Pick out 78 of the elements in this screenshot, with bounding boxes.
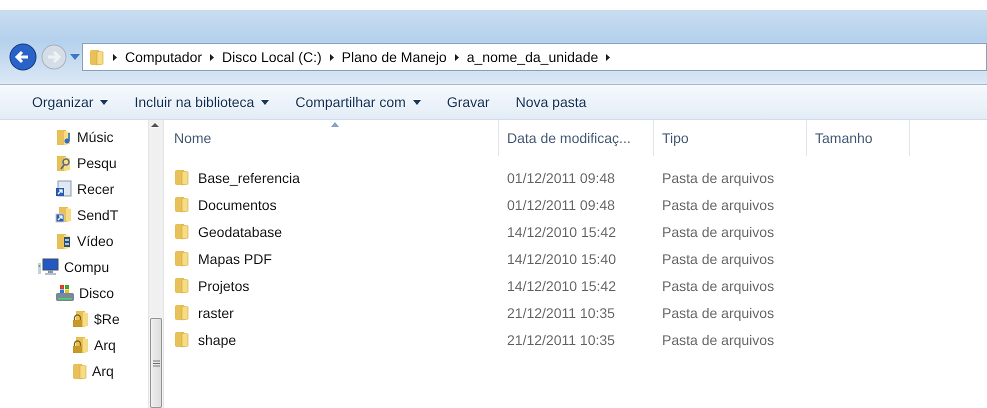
toolbar-button[interactable]: Organizar: [32, 92, 108, 112]
column-header[interactable]: Tamanho: [807, 120, 910, 156]
search-folder-icon: [55, 154, 73, 172]
grip-icon: [152, 360, 160, 366]
computer-icon: [38, 258, 60, 276]
file-name[interactable]: Base_referencia: [198, 170, 300, 186]
modified-date: 14/12/2010 15:40: [506, 250, 617, 266]
folder-icon: [174, 196, 190, 213]
dropdown-caret-icon: [261, 100, 270, 104]
file-name[interactable]: Documentos: [198, 196, 277, 212]
folder-icon: [174, 304, 190, 321]
sidebar-item[interactable]: $Re: [0, 306, 148, 332]
file-name[interactable]: shape: [198, 332, 236, 348]
modified-date: 01/12/2011 09:48: [506, 196, 616, 212]
file-name[interactable]: Projetos: [198, 278, 250, 294]
drive-icon: [55, 284, 75, 302]
back-button[interactable]: [8, 42, 38, 72]
recent-pages-caret-icon[interactable]: [70, 54, 80, 60]
recent-places-icon: [55, 180, 73, 198]
file-type: Pasta de arquivos: [661, 332, 776, 348]
locked-folder-icon: [72, 310, 90, 328]
chevron-right-icon: [330, 54, 334, 60]
file-type: Pasta de arquivos: [661, 170, 776, 186]
scrollbar-thumb[interactable]: [150, 318, 162, 408]
sidebar-item[interactable]: Pesqu: [0, 150, 148, 176]
folder-icon: [174, 250, 190, 267]
chevron-right-icon: [210, 54, 214, 60]
toolbar-button[interactable]: Incluir na biblioteca: [134, 92, 270, 112]
dropdown-caret-icon: [100, 100, 108, 104]
shortcut-folder-icon: [55, 206, 73, 224]
sidebar-item[interactable]: Arq: [0, 358, 148, 384]
column-header[interactable]: Tipo: [654, 120, 807, 156]
column-header[interactable]: Nome: [164, 120, 499, 156]
file-name[interactable]: raster: [198, 304, 234, 320]
modified-date: 21/12/2011 10:35: [506, 332, 616, 348]
video-folder-icon: [55, 232, 73, 250]
scroll-up-arrow-icon[interactable]: [149, 120, 161, 130]
sidebar-item[interactable]: Arq: [0, 332, 148, 358]
sidebar-item[interactable]: Disco: [0, 280, 148, 306]
folder-icon: [89, 48, 105, 66]
folder-icon: [174, 223, 190, 240]
breadcrumb-item[interactable]: Plano de Manejo: [342, 49, 447, 65]
chevron-right-icon: [454, 54, 459, 60]
file-name[interactable]: Geodatabase: [198, 224, 282, 240]
breadcrumb-item[interactable]: Computador: [125, 49, 202, 65]
dropdown-caret-icon: [412, 100, 421, 104]
sidebar-item[interactable]: Recer: [0, 176, 148, 202]
sidebar-item[interactable]: Vídeo: [0, 228, 148, 254]
sidebar-item[interactable]: Músic: [0, 124, 148, 150]
file-name[interactable]: Mapas PDF: [198, 250, 272, 266]
toolbar-button[interactable]: Nova pasta: [516, 92, 586, 112]
modified-date: 14/12/2010 15:42: [506, 278, 617, 294]
modified-date: 01/12/2011 09:48: [506, 170, 616, 186]
breadcrumb-item[interactable]: Disco Local (C:): [222, 49, 322, 65]
file-type: Pasta de arquivos: [661, 196, 776, 212]
file-type: Pasta de arquivos: [661, 250, 776, 266]
breadcrumb-item[interactable]: a_nome_da_unidade: [466, 49, 598, 65]
folder-icon: [72, 362, 88, 380]
scrollbar[interactable]: [148, 120, 164, 408]
music-folder-icon: [55, 128, 73, 146]
sidebar-item[interactable]: Compu: [0, 254, 148, 280]
sort-ascending-icon: [331, 122, 339, 127]
column-header[interactable]: Data de modificaç...: [499, 120, 654, 156]
modified-date: 21/12/2011 10:35: [506, 304, 616, 320]
address-bar[interactable]: Computador Disco Local (C:) Plano de Manejo a_nome_da_unidade: [82, 43, 987, 71]
file-type: Pasta de arquivos: [661, 224, 776, 240]
chevron-right-icon: [606, 54, 610, 60]
toolbar-button[interactable]: Compartilhar com: [295, 92, 421, 112]
folder-icon: [174, 331, 190, 348]
sidebar-item[interactable]: SendT: [0, 202, 148, 228]
locked-folder-icon: [72, 336, 90, 354]
chevron-right-icon: [113, 54, 117, 60]
toolbar-button[interactable]: Gravar: [446, 92, 490, 112]
folder-icon: [174, 277, 190, 294]
file-type: Pasta de arquivos: [661, 278, 776, 294]
modified-date: 14/12/2010 15:42: [506, 224, 617, 240]
folder-icon: [174, 169, 190, 186]
file-type: Pasta de arquivos: [661, 304, 776, 320]
